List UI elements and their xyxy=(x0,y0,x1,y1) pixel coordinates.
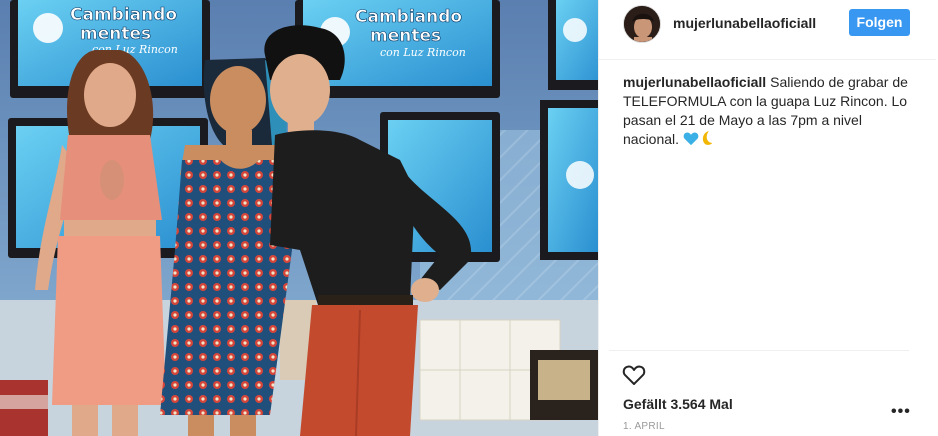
svg-text:mentes: mentes xyxy=(80,24,151,44)
blue-heart-icon xyxy=(683,131,699,151)
caption-username[interactable]: mujerlunabellaoficiall xyxy=(623,74,766,90)
follow-button[interactable]: Folgen xyxy=(849,9,910,36)
tv-monitor xyxy=(548,0,598,90)
username-link[interactable]: mujerlunabellaoficiall xyxy=(673,15,816,31)
svg-text:con Luz Rincon: con Luz Rincon xyxy=(380,46,466,59)
avatar[interactable] xyxy=(623,5,661,43)
post-actions: Gefällt 3.564 Mal 1. APRIL ••• xyxy=(609,350,910,432)
svg-text:Cambiando: Cambiando xyxy=(70,5,177,25)
likes-count[interactable]: Gefällt 3.564 Mal xyxy=(623,396,733,412)
post-date[interactable]: 1. APRIL xyxy=(623,421,665,432)
ellipsis-icon[interactable]: ••• xyxy=(891,403,911,421)
post-caption: mujerlunabellaoficiall Saliendo de grabar… xyxy=(623,73,913,151)
post-header: mujerlunabellaoficiall Folgen xyxy=(599,0,936,60)
like-button[interactable] xyxy=(622,363,646,387)
instagram-post: Cambiando mentes con Luz Rincon Cambiand… xyxy=(0,0,938,436)
crescent-moon-icon xyxy=(699,130,713,151)
svg-text:mentes: mentes xyxy=(370,26,441,46)
studio-photo-illustration: Cambiando mentes con Luz Rincon Cambiand… xyxy=(0,0,598,436)
heart-outline-icon xyxy=(622,365,646,385)
avatar-image xyxy=(624,6,660,42)
svg-text:Cambiando: Cambiando xyxy=(355,7,462,27)
post-side-panel: mujerlunabellaoficiall Folgen mujerlunab… xyxy=(598,0,936,436)
post-photo[interactable]: Cambiando mentes con Luz Rincon Cambiand… xyxy=(0,0,598,436)
